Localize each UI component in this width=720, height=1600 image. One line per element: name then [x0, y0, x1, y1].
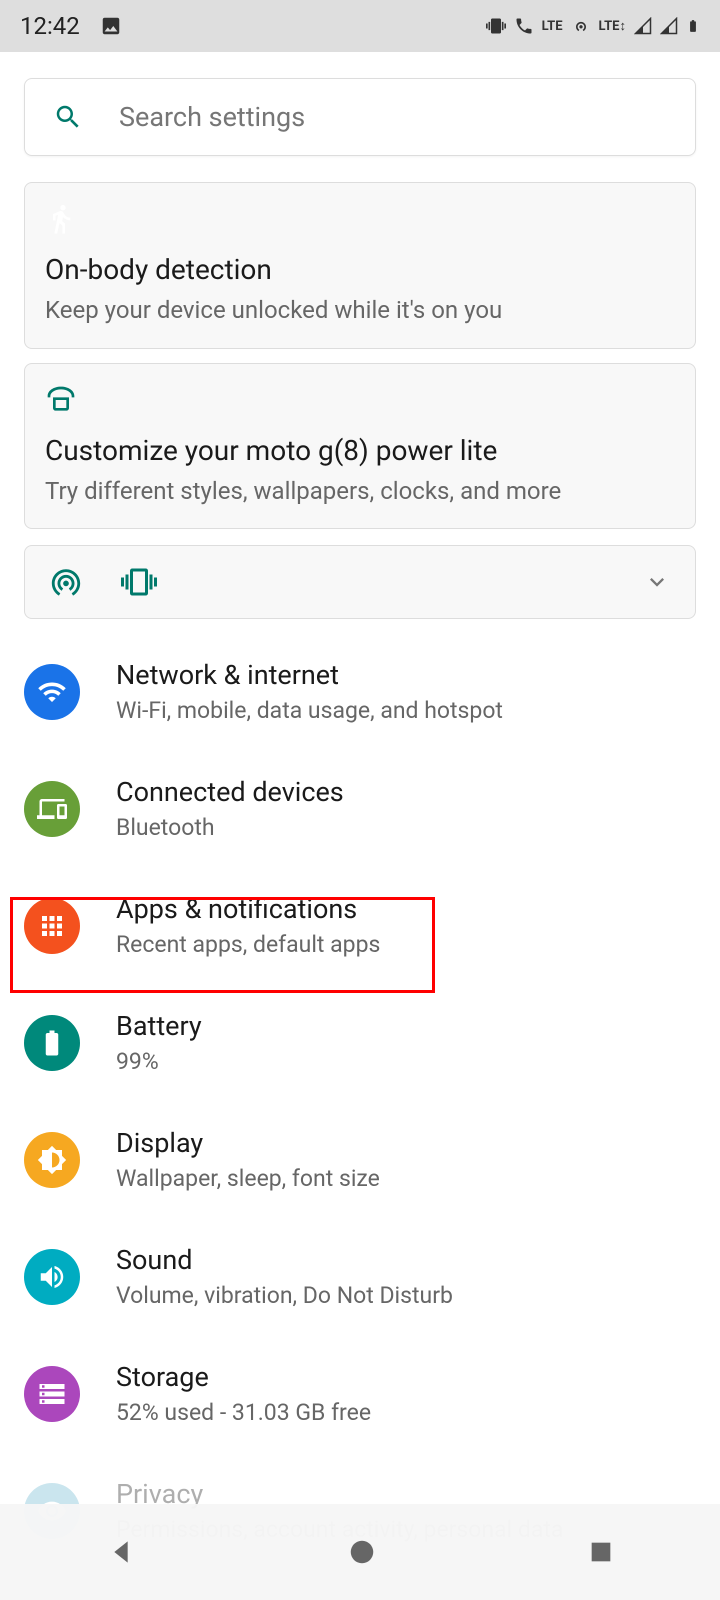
setting-network[interactable]: Network & internet Wi-Fi, mobile, data u… [24, 633, 696, 750]
storage-title: Storage [116, 1361, 696, 1393]
battery-icon [24, 1015, 80, 1071]
nav-bar [0, 1504, 720, 1600]
apps-icon [24, 898, 80, 954]
customize-card[interactable]: Customize your moto g(8) power lite Try … [24, 363, 696, 530]
sound-title: Sound [116, 1244, 696, 1276]
setting-connected[interactable]: Connected devices Bluetooth [24, 750, 696, 867]
onbody-card[interactable]: On-body detection Keep your device unloc… [24, 182, 696, 349]
onbody-subtitle: Keep your device unlocked while it's on … [45, 294, 675, 328]
status-time: 12:42 [20, 12, 80, 40]
display-icon [24, 1132, 80, 1188]
status-icons: LTE LTE↕ [486, 15, 700, 37]
settings-list: Network & internet Wi-Fi, mobile, data u… [24, 633, 696, 1569]
search-placeholder: Search settings [119, 101, 305, 133]
apps-title: Apps & notifications [116, 893, 696, 925]
image-icon [100, 15, 122, 37]
hotspot-icon [49, 565, 83, 599]
connected-title: Connected devices [116, 776, 696, 808]
battery-status-icon [686, 15, 700, 37]
vibration-icon [121, 564, 157, 600]
storage-icon [24, 1366, 80, 1422]
customize-title: Customize your moto g(8) power lite [45, 434, 675, 467]
battery-title: Battery [116, 1010, 696, 1042]
sound-icon [24, 1249, 80, 1305]
wifi-icon [24, 664, 80, 720]
brush-icon [45, 384, 675, 424]
battery-subtitle: 99% [116, 1048, 696, 1075]
status-bar: 12:42 LTE LTE↕ [0, 0, 720, 52]
setting-battery[interactable]: Battery 99% [24, 984, 696, 1101]
customize-subtitle: Try different styles, wallpapers, clocks… [45, 475, 675, 509]
search-icon [53, 102, 83, 132]
storage-subtitle: 52% used - 31.03 GB free [116, 1399, 696, 1426]
display-subtitle: Wallpaper, sleep, font size [116, 1165, 696, 1192]
network-subtitle: Wi-Fi, mobile, data usage, and hotspot [116, 697, 696, 724]
lte-label: LTE [542, 19, 563, 34]
apps-subtitle: Recent apps, default apps [116, 931, 696, 958]
back-button[interactable] [105, 1536, 137, 1568]
setting-apps[interactable]: Apps & notifications Recent apps, defaul… [24, 867, 696, 984]
hotspot-status-icon [571, 16, 591, 36]
home-button[interactable] [347, 1537, 377, 1567]
lte2-label: LTE↕ [599, 18, 626, 34]
recent-button[interactable] [587, 1538, 615, 1566]
chevron-down-icon [643, 568, 671, 596]
setting-display[interactable]: Display Wallpaper, sleep, font size [24, 1101, 696, 1218]
search-settings[interactable]: Search settings [24, 78, 696, 156]
devices-icon [24, 781, 80, 837]
setting-storage[interactable]: Storage 52% used - 31.03 GB free [24, 1335, 696, 1452]
walk-icon [45, 203, 675, 243]
connected-subtitle: Bluetooth [116, 814, 696, 841]
network-title: Network & internet [116, 659, 696, 691]
sound-subtitle: Volume, vibration, Do Not Disturb [116, 1282, 696, 1309]
setting-sound[interactable]: Sound Volume, vibration, Do Not Disturb [24, 1218, 696, 1335]
signal-icon-2 [660, 17, 678, 35]
quick-toggles[interactable] [24, 545, 696, 619]
display-title: Display [116, 1127, 696, 1159]
call-lte-icon [514, 16, 534, 36]
onbody-title: On-body detection [45, 253, 675, 286]
vibrate-icon [486, 16, 506, 36]
signal-icon-1 [634, 17, 652, 35]
